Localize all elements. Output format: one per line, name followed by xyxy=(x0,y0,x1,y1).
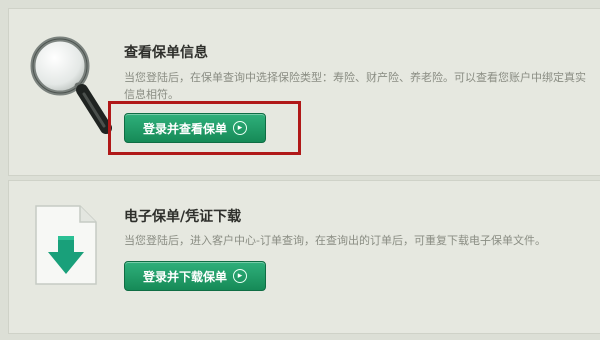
login-download-policy-label: 登录并下载保单 xyxy=(142,269,227,284)
arrow-right-circle-icon: ▸ xyxy=(233,269,247,283)
highlight-box xyxy=(108,101,301,155)
view-policy-description: 当您登陆后，在保单查询中选择保险类型：寿险、财产险、养老险。可以查看您账户中绑定… xyxy=(124,71,586,101)
download-document-icon xyxy=(32,204,100,286)
insurance-policy-page: 查看保单信息 当您登陆后，在保单查询中选择保险类型：寿险、财产险、养老险。可以查… xyxy=(0,0,600,340)
download-policy-description: 当您登陆后，进入客户中心-订单查询，在查询出的订单后，可重复下载电子保单文件。 xyxy=(124,234,546,247)
download-policy-title: 电子保单/凭证下载 xyxy=(124,209,242,225)
login-download-policy-button[interactable]: 登录并下载保单 ▸ xyxy=(124,261,266,291)
magnifier-icon xyxy=(22,28,114,138)
view-policy-title: 查看保单信息 xyxy=(124,45,208,61)
